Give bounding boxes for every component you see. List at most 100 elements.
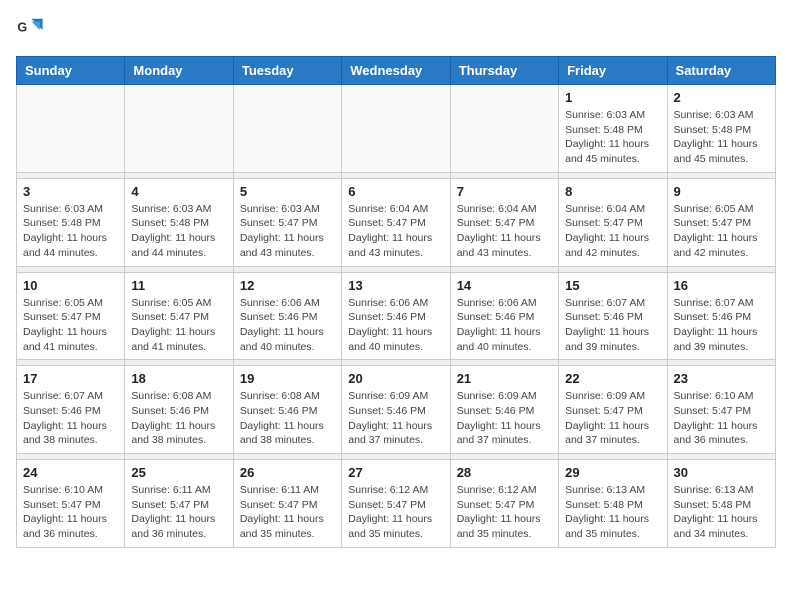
- day-header-friday: Friday: [559, 57, 667, 85]
- day-number: 30: [674, 465, 769, 480]
- calendar-day-cell: 1 Sunrise: 6:03 AM Sunset: 5:48 PM Daylig…: [559, 85, 667, 173]
- day-number: 1: [565, 90, 660, 105]
- calendar-day-cell: 2 Sunrise: 6:03 AM Sunset: 5:48 PM Daylig…: [667, 85, 775, 173]
- day-info: Sunrise: 6:03 AM Sunset: 5:48 PM Dayligh…: [565, 108, 660, 167]
- day-number: 9: [674, 184, 769, 199]
- calendar-week-row: 24Sunrise: 6:10 AM Sunset: 5:47 PM Dayli…: [17, 460, 776, 548]
- day-number: 11: [131, 278, 226, 293]
- calendar-day-cell: 21 Sunrise: 6:09 AM Sunset: 5:46 PM Dayli…: [450, 366, 558, 454]
- day-info: Sunrise: 6:08 AM Sunset: 5:46 PM Dayligh…: [131, 389, 226, 448]
- day-info: Sunrise: 6:06 AM Sunset: 5:46 PM Dayligh…: [457, 296, 552, 355]
- day-header-saturday: Saturday: [667, 57, 775, 85]
- day-info: Sunrise: 6:03 AM Sunset: 5:48 PM Dayligh…: [131, 202, 226, 261]
- day-info: Sunrise: 6:07 AM Sunset: 5:46 PM Dayligh…: [674, 296, 769, 355]
- day-info: Sunrise: 6:04 AM Sunset: 5:47 PM Dayligh…: [457, 202, 552, 261]
- calendar-day-cell: 23 Sunrise: 6:10 AM Sunset: 5:47 PM Dayli…: [667, 366, 775, 454]
- day-info: Sunrise: 6:12 AM Sunset: 5:47 PM Dayligh…: [348, 483, 443, 542]
- day-info: Sunrise: 6:09 AM Sunset: 5:46 PM Dayligh…: [457, 389, 552, 448]
- day-number: 14: [457, 278, 552, 293]
- calendar-day-cell: 10 Sunrise: 6:05 AM Sunset: 5:47 PM Dayli…: [17, 272, 125, 360]
- day-info: Sunrise: 6:03 AM Sunset: 5:47 PM Dayligh…: [240, 202, 335, 261]
- day-number: 21: [457, 371, 552, 386]
- day-info: Sunrise: 6:05 AM Sunset: 5:47 PM Dayligh…: [23, 296, 118, 355]
- calendar-day-cell: 7 Sunrise: 6:04 AM Sunset: 5:47 PM Daylig…: [450, 178, 558, 266]
- calendar-day-cell: [233, 85, 341, 173]
- calendar-day-cell: 25Sunrise: 6:11 AM Sunset: 5:47 PM Dayli…: [125, 460, 233, 548]
- calendar-day-cell: [125, 85, 233, 173]
- calendar-day-cell: 11 Sunrise: 6:05 AM Sunset: 5:47 PM Dayli…: [125, 272, 233, 360]
- day-header-monday: Monday: [125, 57, 233, 85]
- day-number: 10: [23, 278, 118, 293]
- day-info: Sunrise: 6:09 AM Sunset: 5:46 PM Dayligh…: [348, 389, 443, 448]
- day-info: Sunrise: 6:07 AM Sunset: 5:46 PM Dayligh…: [565, 296, 660, 355]
- day-info: Sunrise: 6:11 AM Sunset: 5:47 PM Dayligh…: [240, 483, 335, 542]
- calendar-day-cell: 16 Sunrise: 6:07 AM Sunset: 5:46 PM Dayli…: [667, 272, 775, 360]
- day-header-wednesday: Wednesday: [342, 57, 450, 85]
- day-info: Sunrise: 6:10 AM Sunset: 5:47 PM Dayligh…: [674, 389, 769, 448]
- calendar-day-cell: [17, 85, 125, 173]
- page-header: G: [16, 16, 776, 44]
- day-header-thursday: Thursday: [450, 57, 558, 85]
- day-number: 19: [240, 371, 335, 386]
- day-number: 26: [240, 465, 335, 480]
- day-number: 28: [457, 465, 552, 480]
- calendar-day-cell: 19 Sunrise: 6:08 AM Sunset: 5:46 PM Dayli…: [233, 366, 341, 454]
- day-number: 15: [565, 278, 660, 293]
- day-number: 23: [674, 371, 769, 386]
- day-info: Sunrise: 6:10 AM Sunset: 5:47 PM Dayligh…: [23, 483, 118, 542]
- calendar-table: SundayMondayTuesdayWednesdayThursdayFrid…: [16, 56, 776, 548]
- day-info: Sunrise: 6:13 AM Sunset: 5:48 PM Dayligh…: [674, 483, 769, 542]
- day-number: 7: [457, 184, 552, 199]
- day-header-tuesday: Tuesday: [233, 57, 341, 85]
- day-number: 8: [565, 184, 660, 199]
- day-info: Sunrise: 6:03 AM Sunset: 5:48 PM Dayligh…: [23, 202, 118, 261]
- calendar-week-row: 17 Sunrise: 6:07 AM Sunset: 5:46 PM Dayli…: [17, 366, 776, 454]
- calendar-day-cell: 18 Sunrise: 6:08 AM Sunset: 5:46 PM Dayli…: [125, 366, 233, 454]
- calendar-day-cell: 15 Sunrise: 6:07 AM Sunset: 5:46 PM Dayli…: [559, 272, 667, 360]
- day-number: 3: [23, 184, 118, 199]
- calendar-day-cell: 27 Sunrise: 6:12 AM Sunset: 5:47 PM Dayli…: [342, 460, 450, 548]
- day-number: 13: [348, 278, 443, 293]
- day-info: Sunrise: 6:04 AM Sunset: 5:47 PM Dayligh…: [348, 202, 443, 261]
- calendar-day-cell: 6 Sunrise: 6:04 AM Sunset: 5:47 PM Daylig…: [342, 178, 450, 266]
- calendar-day-cell: 13 Sunrise: 6:06 AM Sunset: 5:46 PM Dayli…: [342, 272, 450, 360]
- day-number: 6: [348, 184, 443, 199]
- day-info: Sunrise: 6:05 AM Sunset: 5:47 PM Dayligh…: [131, 296, 226, 355]
- day-info: Sunrise: 6:06 AM Sunset: 5:46 PM Dayligh…: [348, 296, 443, 355]
- day-info: Sunrise: 6:03 AM Sunset: 5:48 PM Dayligh…: [674, 108, 769, 167]
- calendar-day-cell: 28 Sunrise: 6:12 AM Sunset: 5:47 PM Dayli…: [450, 460, 558, 548]
- day-info: Sunrise: 6:06 AM Sunset: 5:46 PM Dayligh…: [240, 296, 335, 355]
- day-info: Sunrise: 6:07 AM Sunset: 5:46 PM Dayligh…: [23, 389, 118, 448]
- day-number: 20: [348, 371, 443, 386]
- day-info: Sunrise: 6:05 AM Sunset: 5:47 PM Dayligh…: [674, 202, 769, 261]
- calendar-header-row: SundayMondayTuesdayWednesdayThursdayFrid…: [17, 57, 776, 85]
- day-header-sunday: Sunday: [17, 57, 125, 85]
- day-info: Sunrise: 6:12 AM Sunset: 5:47 PM Dayligh…: [457, 483, 552, 542]
- logo-icon: G: [16, 16, 44, 44]
- calendar-day-cell: 9 Sunrise: 6:05 AM Sunset: 5:47 PM Daylig…: [667, 178, 775, 266]
- calendar-day-cell: 4 Sunrise: 6:03 AM Sunset: 5:48 PM Daylig…: [125, 178, 233, 266]
- day-number: 18: [131, 371, 226, 386]
- calendar-week-row: 1 Sunrise: 6:03 AM Sunset: 5:48 PM Daylig…: [17, 85, 776, 173]
- day-number: 29: [565, 465, 660, 480]
- calendar-day-cell: 3 Sunrise: 6:03 AM Sunset: 5:48 PM Daylig…: [17, 178, 125, 266]
- calendar-day-cell: 20 Sunrise: 6:09 AM Sunset: 5:46 PM Dayli…: [342, 366, 450, 454]
- day-number: 5: [240, 184, 335, 199]
- day-info: Sunrise: 6:13 AM Sunset: 5:48 PM Dayligh…: [565, 483, 660, 542]
- calendar-day-cell: 24Sunrise: 6:10 AM Sunset: 5:47 PM Dayli…: [17, 460, 125, 548]
- calendar-day-cell: 29 Sunrise: 6:13 AM Sunset: 5:48 PM Dayli…: [559, 460, 667, 548]
- calendar-week-row: 3 Sunrise: 6:03 AM Sunset: 5:48 PM Daylig…: [17, 178, 776, 266]
- day-number: 12: [240, 278, 335, 293]
- logo: G: [16, 16, 48, 44]
- calendar-day-cell: 30 Sunrise: 6:13 AM Sunset: 5:48 PM Dayli…: [667, 460, 775, 548]
- day-number: 22: [565, 371, 660, 386]
- day-info: Sunrise: 6:08 AM Sunset: 5:46 PM Dayligh…: [240, 389, 335, 448]
- day-number: 4: [131, 184, 226, 199]
- calendar-day-cell: 14 Sunrise: 6:06 AM Sunset: 5:46 PM Dayli…: [450, 272, 558, 360]
- day-number: 17: [23, 371, 118, 386]
- calendar-day-cell: 12 Sunrise: 6:06 AM Sunset: 5:46 PM Dayli…: [233, 272, 341, 360]
- calendar-day-cell: [342, 85, 450, 173]
- day-number: 16: [674, 278, 769, 293]
- day-number: 27: [348, 465, 443, 480]
- day-number: 2: [674, 90, 769, 105]
